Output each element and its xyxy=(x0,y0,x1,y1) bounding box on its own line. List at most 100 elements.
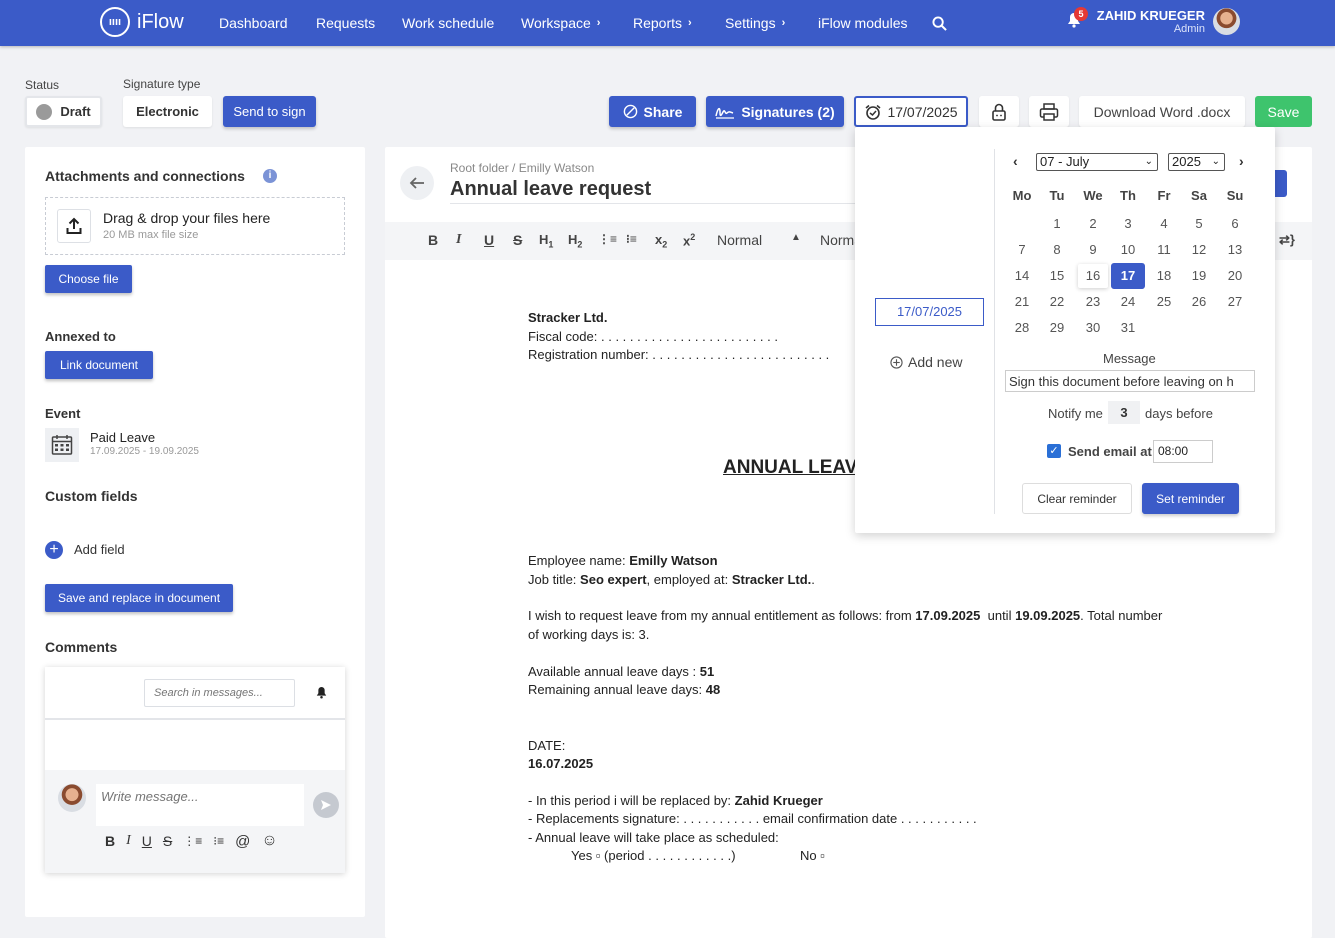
email-time-input[interactable]: 08:00 xyxy=(1153,440,1213,463)
heading-1-icon[interactable]: H1 xyxy=(539,232,553,250)
send-email-checkbox[interactable]: ✓ xyxy=(1047,444,1061,458)
bold-icon[interactable]: B xyxy=(105,833,115,849)
calendar-day[interactable]: 10 xyxy=(1113,238,1143,262)
bullet-list-icon[interactable]: ⁝≡ xyxy=(213,834,224,848)
bold-icon[interactable]: B xyxy=(428,232,438,248)
nav-iflow-modules[interactable]: iFlow modules xyxy=(818,0,907,46)
save-and-replace-button[interactable]: Save and replace in document xyxy=(45,584,233,612)
document-title[interactable]: Annual leave request xyxy=(450,178,855,204)
calendar-day[interactable]: 15 xyxy=(1042,264,1072,288)
calendar-day[interactable]: 30 xyxy=(1078,316,1108,340)
notify-days-input[interactable]: 3 xyxy=(1108,401,1140,424)
nav-workspace[interactable]: Workspace › xyxy=(521,0,600,46)
code-view-icon[interactable]: ⇄} xyxy=(1279,232,1295,248)
lock-button[interactable] xyxy=(979,96,1019,127)
calendar-day[interactable]: 8 xyxy=(1042,238,1072,262)
signatures-button[interactable]: Signatures (2) xyxy=(706,96,844,127)
calendar-day[interactable]: 9 xyxy=(1078,238,1108,262)
link-document-button[interactable]: Link document xyxy=(45,351,153,379)
calendar-day[interactable]: 16 xyxy=(1078,264,1108,288)
underline-icon[interactable]: U xyxy=(484,232,494,248)
save-button[interactable]: Save xyxy=(1255,96,1312,127)
registration-number-line: Registration number: . . . . . . . . . .… xyxy=(528,347,830,362)
italic-icon[interactable]: I xyxy=(126,833,131,849)
comments-search-input[interactable] xyxy=(144,679,295,707)
calendar-day[interactable]: 29 xyxy=(1042,316,1072,340)
calendar-day[interactable]: 5 xyxy=(1184,212,1214,236)
signature-type-electronic[interactable]: Electronic xyxy=(123,96,212,127)
share-button[interactable]: Share xyxy=(609,96,696,127)
search-icon[interactable] xyxy=(932,0,947,46)
strikethrough-icon[interactable]: S xyxy=(163,833,172,849)
calendar-day[interactable]: 22 xyxy=(1042,290,1072,314)
nav-settings[interactable]: Settings › xyxy=(725,0,785,46)
calendar-day[interactable]: 27 xyxy=(1220,290,1250,314)
nav-reports[interactable]: Reports › xyxy=(633,0,692,46)
calendar-day[interactable]: 12 xyxy=(1184,238,1214,262)
calendar-day[interactable]: 6 xyxy=(1220,212,1250,236)
reminder-date-entry[interactable]: 17/07/2025 xyxy=(875,298,984,326)
calendar-day[interactable]: 1 xyxy=(1042,212,1072,236)
calendar-day[interactable]: 19 xyxy=(1184,264,1214,288)
add-field-plus-icon[interactable]: + xyxy=(45,541,63,559)
calendar-day[interactable]: 2 xyxy=(1078,212,1108,236)
set-reminder-button[interactable]: Set reminder xyxy=(1142,483,1239,514)
ordered-list-icon[interactable]: ⋮≡ xyxy=(183,834,202,848)
reminder-message-input[interactable] xyxy=(1005,370,1255,392)
italic-icon[interactable]: I xyxy=(456,232,461,248)
clear-reminder-button[interactable]: Clear reminder xyxy=(1022,483,1132,514)
paragraph-style-select[interactable]: Normal xyxy=(717,232,762,248)
send-to-sign-button[interactable]: Send to sign xyxy=(223,96,316,127)
choose-file-button[interactable]: Choose file xyxy=(45,265,132,293)
calendar-day[interactable]: 7 xyxy=(1007,238,1037,262)
subscript-icon[interactable]: x2 xyxy=(655,232,667,250)
nav-work-schedule[interactable]: Work schedule xyxy=(402,0,494,46)
bullet-list-icon[interactable]: ⁝≡ xyxy=(626,232,637,246)
calendar-day[interactable]: 25 xyxy=(1149,290,1179,314)
breadcrumb[interactable]: Root folder / Emilly Watson xyxy=(450,161,594,175)
event-name[interactable]: Paid Leave xyxy=(90,430,155,445)
calendar-day[interactable]: 3 xyxy=(1113,212,1143,236)
app-logo[interactable]: ıııı iFlow xyxy=(100,7,184,37)
send-message-button[interactable] xyxy=(313,792,339,818)
calendar-day[interactable]: 31 xyxy=(1113,316,1143,340)
status-draft-badge[interactable]: Draft xyxy=(25,96,102,127)
month-select[interactable]: 07 - July ⌄ xyxy=(1036,153,1158,171)
underline-icon[interactable]: U xyxy=(142,833,152,849)
calendar-day[interactable]: 26 xyxy=(1184,290,1214,314)
user-avatar[interactable] xyxy=(1213,8,1240,35)
reminder-date-button[interactable]: 17/07/2025 xyxy=(854,96,968,127)
calendar-day[interactable]: 18 xyxy=(1149,264,1179,288)
nav-requests[interactable]: Requests xyxy=(316,0,375,46)
calendar-day[interactable]: 13 xyxy=(1220,238,1250,262)
calendar-day[interactable]: 21 xyxy=(1007,290,1037,314)
calendar-day[interactable]: 4 xyxy=(1149,212,1179,236)
download-word-button[interactable]: Download Word .docx xyxy=(1079,96,1245,127)
comment-message-input[interactable] xyxy=(96,784,304,826)
mention-icon[interactable]: @ xyxy=(235,833,250,850)
nav-dashboard[interactable]: Dashboard xyxy=(219,0,288,46)
calendar-day[interactable]: 11 xyxy=(1149,238,1179,262)
info-icon[interactable]: i xyxy=(263,169,277,183)
comments-notification-icon[interactable] xyxy=(316,686,327,699)
print-button[interactable] xyxy=(1029,96,1069,127)
calendar-day[interactable]: 23 xyxy=(1078,290,1108,314)
calendar-day[interactable]: 28 xyxy=(1007,316,1037,340)
superscript-icon[interactable]: x2 xyxy=(683,232,695,248)
back-arrow-icon[interactable] xyxy=(400,166,434,200)
file-dropzone[interactable]: Drag & drop your files here 20 MB max fi… xyxy=(45,197,345,255)
heading-2-icon[interactable]: H2 xyxy=(568,232,582,250)
emoji-icon[interactable]: ☺ xyxy=(261,832,277,850)
calendar-day[interactable]: 17 xyxy=(1111,263,1145,289)
add-field-link[interactable]: Add field xyxy=(74,542,125,557)
calendar-day[interactable]: 20 xyxy=(1220,264,1250,288)
year-select[interactable]: 2025 ⌄ xyxy=(1168,153,1225,171)
previous-month-icon[interactable]: ‹ xyxy=(1013,153,1018,169)
user-name[interactable]: ZAHID KRUEGER xyxy=(1097,8,1205,23)
ordered-list-icon[interactable]: ⋮≡ xyxy=(598,232,617,246)
strikethrough-icon[interactable]: S xyxy=(513,232,522,248)
calendar-day[interactable]: 14 xyxy=(1007,264,1037,288)
calendar-day[interactable]: 24 xyxy=(1113,290,1143,314)
add-new-reminder[interactable]: Add new xyxy=(890,354,962,370)
next-month-icon[interactable]: › xyxy=(1239,153,1244,169)
